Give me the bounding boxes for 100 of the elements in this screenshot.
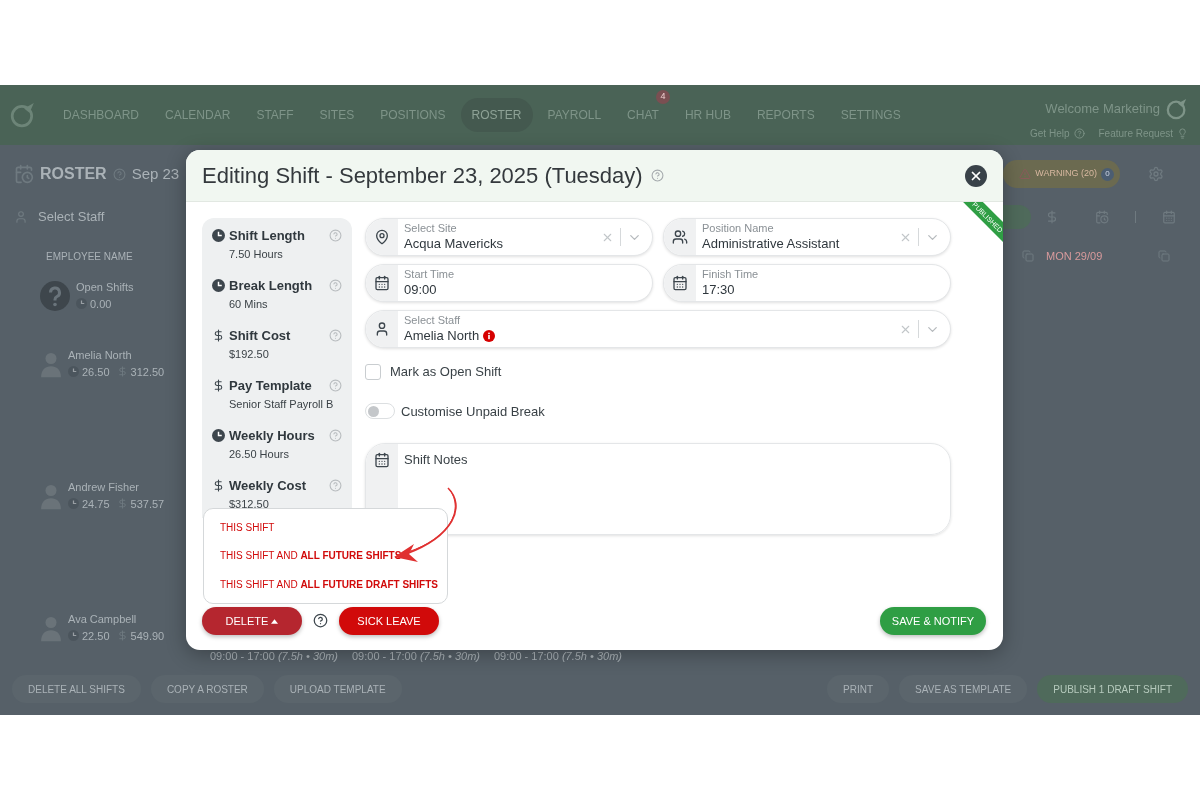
calendar-icon[interactable] (1162, 210, 1176, 224)
shift-time: 09:00 - 17:00 (7.5h • 30m) (210, 649, 338, 664)
shift-time: 09:00 - 17:00 (7.5h • 30m) (494, 649, 622, 664)
employee-name[interactable]: Ava Campbell (68, 611, 165, 628)
summary-value: $192.50 (228, 346, 270, 362)
finish-time-field[interactable]: Finish Time 17:30 (663, 264, 951, 302)
roster-icon (14, 164, 34, 184)
dollar-icon (116, 630, 128, 642)
warning-label: WARNING (20) (1035, 167, 1097, 181)
calendar-icon (374, 275, 390, 291)
dollar-icon (116, 498, 128, 510)
footer-button[interactable]: SAVE AS TEMPLATE (899, 675, 1028, 703)
cost-value: 537.57 (130, 496, 165, 512)
field-value: Acqua Mavericks (404, 235, 503, 252)
summary-value: 26.50 Hours (228, 446, 290, 462)
employee-name[interactable]: Open Shifts (76, 279, 134, 296)
footer-button[interactable]: PRINT (827, 675, 890, 703)
lightbulb-icon (1177, 127, 1188, 139)
map-pin-icon (374, 229, 390, 245)
help-icon (112, 167, 126, 181)
site-select[interactable]: Select Site Acqua Mavericks (365, 218, 653, 256)
delete-button[interactable]: DELETE (202, 607, 302, 635)
start-time-field[interactable]: Start Time 09:00 (365, 264, 653, 302)
caret-icon (271, 618, 279, 624)
date-label: Sep 23 (131, 163, 180, 184)
help-icon[interactable] (313, 613, 328, 628)
clock-icon (76, 298, 87, 310)
page-title: ROSTER (40, 164, 107, 184)
summary-value: 7.50 Hours (228, 246, 284, 262)
dollar-icon (212, 379, 225, 393)
warning-icon (1019, 168, 1032, 180)
question-mark-icon (40, 280, 70, 311)
settings-icon[interactable] (1148, 166, 1164, 182)
field-value: Amelia North (404, 327, 480, 344)
hours-value: 22.50 (82, 628, 110, 644)
calendar-icon (672, 275, 688, 291)
summary-label: Break Length (229, 277, 313, 295)
clock-icon (68, 366, 79, 378)
people-icon (672, 229, 688, 245)
cost-value: 549.90 (130, 628, 165, 644)
footer-button[interactable]: UPLOAD TEMPLATE (273, 675, 402, 703)
field-value: Administrative Assistant (702, 235, 840, 252)
clock-icon (212, 279, 225, 293)
close-button[interactable] (965, 164, 987, 187)
help-icon (1073, 127, 1085, 139)
footer-button[interactable]: DELETE ALL SHIFTS (12, 675, 141, 703)
checkbox[interactable] (365, 363, 381, 380)
summary-value: $312.50 (228, 496, 270, 512)
nav-item[interactable]: ROSTER (460, 98, 533, 132)
clock-icon (212, 429, 225, 443)
checkbox-label: Mark as Open Shift (390, 363, 502, 381)
clock-icon (212, 229, 225, 243)
shift-time: 09:00 - 17:00 (7.5h • 30m) (352, 649, 480, 664)
hours-value: 0.00 (90, 296, 112, 312)
warning-count: 0 (1101, 167, 1114, 181)
employee-name[interactable]: Andrew Fisher (68, 479, 165, 496)
clock-sort-icon[interactable] (1095, 210, 1109, 224)
toggle-chip[interactable] (1001, 205, 1031, 229)
field-label: Finish Time (702, 268, 760, 282)
field-label: Select Site (404, 222, 458, 236)
save-notify-button[interactable]: SAVE & NOTIFY (880, 607, 986, 635)
hours-value: 24.75 (82, 496, 110, 512)
field-value: 09:00 (404, 281, 437, 298)
staff-filter-field[interactable]: Select Staff (38, 207, 105, 227)
footer-button[interactable]: COPY A ROSTER (150, 675, 264, 703)
clock-icon (68, 498, 79, 510)
summary-label: Shift Length (229, 227, 305, 245)
leaf-logo-icon[interactable] (10, 102, 36, 128)
field-label: Position Name (702, 222, 775, 236)
dollar-icon[interactable] (1045, 210, 1059, 224)
menu-item[interactable]: THIS SHIFT AND ALL FUTURE DRAFT SHIFTS (220, 577, 447, 593)
summary-label: Weekly Cost (229, 477, 307, 495)
notes-icon (374, 452, 390, 468)
clock-icon (68, 630, 79, 642)
field-label: Start Time (404, 268, 456, 282)
person-icon (14, 210, 28, 224)
field-value: 17:30 (702, 281, 735, 298)
column-header: EMPLOYEE NAME (46, 249, 133, 264)
warning-pill[interactable]: WARNING (20) 0 (1003, 160, 1120, 188)
summary-label: Weekly Hours (229, 427, 315, 445)
sick-leave-button[interactable]: SICK LEAVE (339, 607, 439, 635)
field-placeholder: Shift Notes (404, 451, 468, 469)
summary-value: Senior Staff Payroll B (228, 396, 335, 412)
summary-label: Pay Template (229, 377, 312, 395)
position-select[interactable]: Position Name Administrative Assistant (663, 218, 951, 256)
dollar-icon (116, 366, 128, 378)
hours-value: 26.50 (82, 364, 110, 380)
footer-button[interactable]: PUBLISH 1 DRAFT SHIFT (1037, 675, 1188, 703)
dialog-title: Editing Shift - September 23, 2025 (Tuesday) (202, 162, 643, 190)
employee-name[interactable]: Amelia North (68, 347, 165, 364)
person-icon (374, 321, 390, 337)
cost-value: 312.50 (130, 364, 165, 380)
leaf-logo-icon (1166, 97, 1188, 120)
notification-badge: 4 (655, 90, 670, 104)
summary-value: 60 Mins (228, 296, 269, 312)
toggle-label: Customise Unpaid Break (401, 402, 545, 421)
toggle-switch[interactable] (365, 403, 395, 420)
dollar-icon (212, 479, 225, 493)
staff-select[interactable]: Select Staff Amelia North (365, 310, 951, 348)
field-label: Select Staff (404, 314, 462, 328)
